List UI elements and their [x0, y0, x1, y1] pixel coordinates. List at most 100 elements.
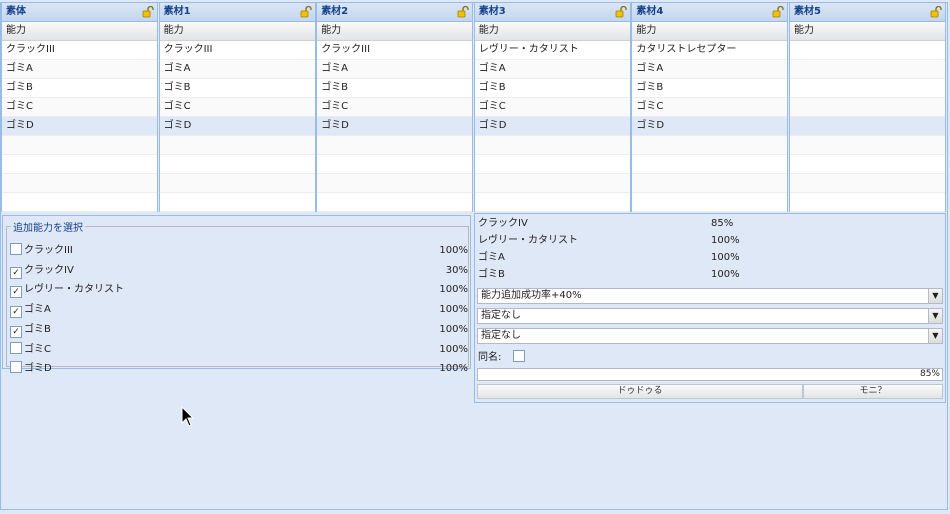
table-row[interactable]: クラックIII: [159, 41, 315, 60]
ability-select-0[interactable]: 能力追加成功率+40% ▼: [477, 288, 943, 304]
chevron-down-icon[interactable]: ▼: [928, 309, 942, 323]
option-label: クラックIII: [24, 245, 73, 256]
table-row[interactable]: [790, 60, 945, 79]
table-row[interactable]: [317, 193, 473, 212]
table-row[interactable]: ゴミC: [159, 98, 315, 117]
table-row[interactable]: [474, 155, 630, 174]
table-row[interactable]: ゴミB: [317, 79, 473, 98]
table-row[interactable]: [474, 174, 630, 193]
table-row[interactable]: ゴミD: [474, 117, 630, 136]
unlock-icon[interactable]: [930, 6, 942, 18]
table-row[interactable]: [790, 193, 945, 212]
table-row[interactable]: [2, 136, 157, 155]
checkbox-icon[interactable]: ✓: [10, 286, 22, 299]
table-row[interactable]: ゴミB: [632, 79, 788, 98]
option-item[interactable]: ✓ レヴリー・カタリスト 100%: [10, 282, 468, 299]
chevron-down-icon[interactable]: ▼: [928, 289, 942, 303]
unlock-icon[interactable]: [142, 6, 154, 18]
checkbox-icon[interactable]: [10, 243, 22, 255]
table-row[interactable]: ゴミA: [159, 60, 315, 79]
table-row[interactable]: [790, 41, 945, 60]
table-row[interactable]: [159, 174, 315, 193]
table-row[interactable]: [2, 155, 157, 174]
table-row[interactable]: [2, 193, 157, 212]
unlock-icon[interactable]: [457, 6, 469, 18]
table-row[interactable]: クラックIII: [317, 41, 473, 60]
grid-title-text: 素材2: [321, 6, 349, 17]
option-item[interactable]: ✓ クラックIV 30%: [10, 263, 468, 279]
result-panel: クラックIV 85% レヴリー・カタリスト 100% ゴミA 100% ゴミB 100% 能力…: [474, 213, 946, 403]
moni-button[interactable]: モニ？: [803, 384, 943, 399]
ability-select-1[interactable]: 指定なし ▼: [477, 308, 943, 324]
option-item[interactable]: ゴミD 100%: [10, 361, 468, 377]
unlock-icon[interactable]: [615, 6, 627, 18]
table-row[interactable]: ゴミB: [159, 79, 315, 98]
table-row[interactable]: ゴミC: [474, 98, 630, 117]
checkbox-icon[interactable]: ✓: [10, 306, 22, 319]
chevron-down-icon[interactable]: ▼: [928, 329, 942, 343]
option-label: クラックIV: [24, 264, 74, 276]
column-header[interactable]: 能力: [159, 22, 315, 41]
table-row[interactable]: [159, 155, 315, 174]
table-row[interactable]: ゴミA: [632, 60, 788, 79]
table-row[interactable]: [790, 79, 945, 98]
add-ability-fieldset: 追加能力を選択 クラックIII 100% ✓ クラックIV 30% ✓ レヴリー・カタリスト…: [6, 219, 469, 374]
table-row[interactable]: [317, 174, 473, 193]
table-row[interactable]: [790, 174, 945, 193]
select-value: 指定なし: [481, 330, 521, 341]
column-header[interactable]: 能力: [474, 22, 630, 41]
table-row[interactable]: [790, 136, 945, 155]
option-item[interactable]: クラックIII 100%: [10, 243, 468, 259]
doudouru-button[interactable]: ドゥドゥる: [477, 384, 803, 399]
table-row[interactable]: [317, 136, 473, 155]
table-row[interactable]: ゴミD: [632, 117, 788, 136]
option-item[interactable]: ✓ ゴミB 100%: [10, 322, 468, 338]
table-row[interactable]: [790, 98, 945, 117]
table-row[interactable]: [632, 155, 788, 174]
table-row[interactable]: ゴミC: [632, 98, 788, 117]
table-row[interactable]: [632, 174, 788, 193]
table-row[interactable]: ゴミD: [2, 117, 157, 136]
table-row[interactable]: クラックIII: [2, 41, 157, 60]
table-row[interactable]: ゴミA: [474, 60, 630, 79]
option-item[interactable]: ゴミC 100%: [10, 341, 468, 358]
option-label: ゴミC: [24, 343, 51, 355]
option-percent: 30%: [445, 264, 468, 276]
table-row[interactable]: カタリストレセプター: [632, 41, 788, 60]
table-row[interactable]: ゴミA: [317, 60, 473, 79]
unlock-icon[interactable]: [300, 6, 312, 18]
checkbox-icon[interactable]: ✓: [10, 325, 22, 338]
result-label: ゴミA: [478, 252, 505, 263]
table-row[interactable]: ゴミC: [2, 98, 157, 117]
ability-select-2[interactable]: 指定なし ▼: [477, 328, 943, 344]
table-row[interactable]: [790, 155, 945, 174]
table-row[interactable]: ゴミD: [159, 117, 315, 136]
table-row[interactable]: [632, 193, 788, 212]
table-row[interactable]: [317, 155, 473, 174]
table-row[interactable]: [474, 136, 630, 155]
table-row[interactable]: [159, 136, 315, 155]
table-row[interactable]: [2, 174, 157, 193]
same-name-checkbox[interactable]: [512, 350, 525, 362]
checkbox-icon[interactable]: [10, 341, 22, 354]
table-row[interactable]: [632, 136, 788, 155]
option-percent: 100%: [439, 284, 468, 296]
column-header[interactable]: 能力: [2, 22, 157, 41]
table-row[interactable]: [790, 117, 945, 136]
table-row[interactable]: [474, 193, 630, 212]
column-header[interactable]: 能力: [317, 22, 473, 41]
table-row[interactable]: ゴミB: [2, 79, 157, 98]
table-row[interactable]: レヴリー・カタリスト: [474, 41, 630, 60]
table-row[interactable]: [159, 193, 315, 212]
table-row[interactable]: ゴミD: [317, 117, 473, 136]
option-item[interactable]: ✓ ゴミA 100%: [10, 302, 468, 319]
table-row[interactable]: ゴミB: [474, 79, 630, 98]
table-row[interactable]: ゴミA: [2, 60, 157, 79]
grid-title-text: 素体: [6, 6, 26, 17]
checkbox-icon[interactable]: ✓: [10, 266, 22, 279]
checkbox-icon[interactable]: [10, 361, 22, 374]
table-row[interactable]: ゴミC: [317, 98, 473, 117]
column-header[interactable]: 能力: [790, 22, 945, 41]
unlock-icon[interactable]: [772, 6, 785, 18]
column-header[interactable]: 能力: [632, 22, 788, 41]
